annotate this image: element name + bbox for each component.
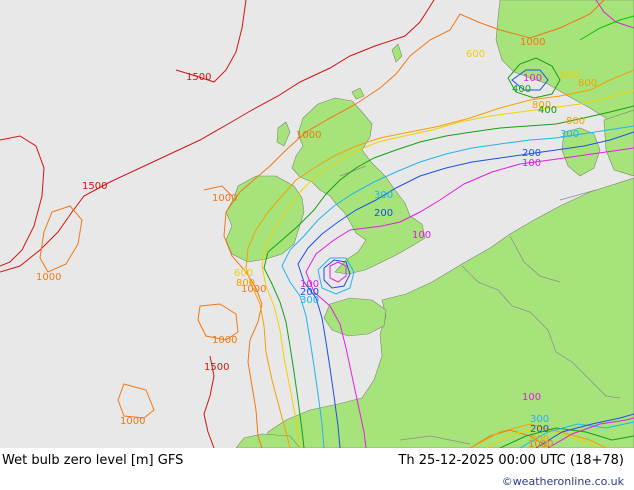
contour-label-1500-mid: 1500 <box>82 181 107 192</box>
map-canvas: 1500 1500 1500 1000 1000 1000 1000 1000 … <box>0 0 634 448</box>
contour-label-600-norway: 600 <box>560 70 579 81</box>
weather-map: 1500 1500 1500 1000 1000 1000 1000 1000 … <box>0 0 634 448</box>
contour-label-200-uk: 200 <box>374 208 393 219</box>
contour-label-300-uk: 300 <box>374 190 393 201</box>
contour-label-100-se: 100 <box>522 392 541 403</box>
contour-label-100-north-sea: 100 <box>522 158 541 169</box>
contour-label-1000-ireland: 1000 <box>212 193 237 204</box>
map-title: Wet bulb zero level [m] GFS <box>2 453 184 468</box>
contour-label-300-denmark: 300 <box>560 129 579 140</box>
map-footer: Wet bulb zero level [m] GFS Th 25-12-202… <box>0 448 634 490</box>
contour-label-400-norway: 400 <box>512 84 531 95</box>
contour-label-1500-nw: 1500 <box>186 72 211 83</box>
contour-label-200-se: 200 <box>530 424 549 435</box>
contour-label-100-channel: 100 <box>412 230 431 241</box>
contour-label-600-north: 600 <box>466 49 485 60</box>
contour-label-1500-south: 1500 <box>204 362 229 373</box>
contour-label-100-norway: 100 <box>523 73 542 84</box>
valid-time: Th 25-12-2025 00:00 UTC (18+78) <box>398 453 624 468</box>
contour-label-800-norway: 800 <box>578 78 597 89</box>
contour-label-1000-loop: 1000 <box>212 335 237 346</box>
contour-label-400-north-sea: 400 <box>538 105 557 116</box>
contour-label-600-celtic: 600 <box>234 268 253 279</box>
contour-label-1000-sw: 1000 <box>120 416 145 427</box>
contour-label-1000-norway: 1000 <box>520 37 545 48</box>
contour-label-800-denmark: 800 <box>566 116 585 127</box>
credit-link[interactable]: ©weatheronline.co.uk <box>502 475 624 488</box>
contour-label-100-celtic: 100 <box>300 279 319 290</box>
contour-label-1000-scot: 1000 <box>296 130 321 141</box>
contour-label-800-celtic: 800 <box>236 278 255 289</box>
contour-label-800-se: 800 <box>530 434 549 445</box>
contour-label-1000-west: 1000 <box>36 272 61 283</box>
